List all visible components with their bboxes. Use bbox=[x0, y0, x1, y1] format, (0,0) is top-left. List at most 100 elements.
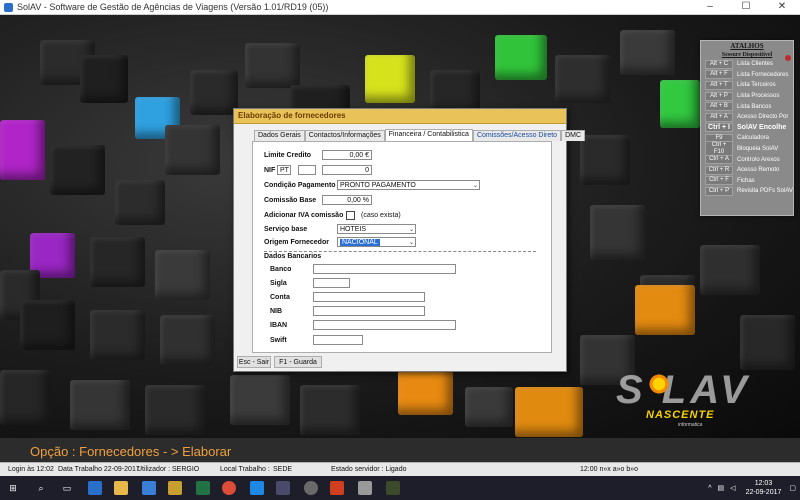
close-button[interactable]: ✕ bbox=[764, 0, 800, 14]
background-cube bbox=[365, 55, 415, 103]
background-cube bbox=[80, 55, 128, 103]
shortcut-label: Acesso Remoto bbox=[737, 167, 780, 174]
iva-checkbox[interactable] bbox=[346, 211, 355, 220]
supplier-dialog: Elaboração de fornecedores Dados Gerais … bbox=[233, 108, 586, 372]
limite-credito-label: Limite Credito bbox=[264, 152, 312, 159]
app-icon[interactable] bbox=[88, 481, 102, 495]
shortcut-row[interactable]: Ctrl + A Controlo Arexos bbox=[701, 154, 793, 165]
sigla-field[interactable] bbox=[313, 278, 350, 288]
shortcut-label: Controlo Arexos bbox=[737, 156, 780, 163]
background-cube bbox=[155, 250, 210, 300]
nib-field[interactable] bbox=[313, 306, 425, 316]
financeira-panel: Limite Credito 0,00 € NIF PT 0 Condição … bbox=[252, 141, 552, 353]
shortcut-row[interactable]: Alt + B Lista Bancos bbox=[701, 101, 793, 112]
sigla-label: Sigla bbox=[270, 280, 287, 287]
solav-logo: S LAV NASCENTE informatica bbox=[608, 368, 778, 438]
servico-label: Serviço base bbox=[264, 226, 308, 233]
files-icon[interactable] bbox=[168, 481, 182, 495]
shortcut-key: Alt + B bbox=[705, 102, 733, 112]
chevron-down-icon: ⌄ bbox=[472, 183, 478, 189]
clock[interactable]: 12:03 22-09-2017 bbox=[746, 479, 782, 497]
shortcut-label: Lista Bancos bbox=[737, 103, 772, 110]
shortcut-row[interactable]: Alt + A Acesso Directo Por bbox=[701, 112, 793, 123]
tab-comissoes[interactable]: Comissões/Acesso Direto bbox=[472, 130, 562, 141]
network-icon[interactable]: ▤ bbox=[718, 484, 725, 492]
pin-icon[interactable] bbox=[785, 55, 791, 61]
window-title: SolAV - Software de Gestão de Agências d… bbox=[17, 2, 329, 12]
shortcut-row[interactable]: Ctrl + I SolAV Encolhe bbox=[701, 123, 793, 134]
shortcut-label: Fichas bbox=[737, 177, 755, 184]
chevron-down-icon: ⌄ bbox=[408, 227, 414, 233]
conta-field[interactable] bbox=[313, 292, 425, 302]
shortcut-row[interactable]: Ctrl + R Acesso Remoto bbox=[701, 165, 793, 176]
app-icon[interactable] bbox=[358, 481, 372, 495]
nif-prefix-field[interactable] bbox=[298, 165, 316, 175]
status-data-trabalho: Data Trabalho 22-09-2017 bbox=[58, 466, 140, 473]
chevron-up-icon[interactable]: ^ bbox=[708, 485, 711, 492]
shortcut-row[interactable]: Ctrl + F10 Bloqueia SolAV bbox=[701, 141, 793, 158]
chrome-icon[interactable] bbox=[222, 481, 236, 495]
app-icon[interactable] bbox=[330, 481, 344, 495]
tab-dados-gerais[interactable]: Dados Gerais bbox=[254, 130, 305, 141]
shortcut-row[interactable]: Alt + F Lista Fornecedores bbox=[701, 70, 793, 81]
shortcut-row[interactable]: Alt + C Lista Clientes bbox=[701, 59, 793, 70]
volume-icon[interactable]: ◁ bbox=[730, 484, 735, 492]
background-cube bbox=[160, 315, 215, 365]
folder-icon[interactable] bbox=[114, 481, 128, 495]
shortcut-row[interactable]: Alt + P Lista Processos bbox=[701, 91, 793, 102]
nif-label: NIF bbox=[264, 167, 276, 174]
windows-start-icon[interactable]: ⊞ bbox=[6, 481, 20, 495]
notifications-icon[interactable]: ▢ bbox=[789, 484, 796, 492]
ie-icon[interactable] bbox=[250, 481, 264, 495]
iban-field[interactable] bbox=[313, 320, 456, 330]
outlook-icon[interactable] bbox=[142, 481, 156, 495]
option-breadcrumb: Opção : Fornecedores - > Elaborar bbox=[30, 444, 232, 459]
origem-select[interactable]: NACIONAL ⌄ bbox=[337, 237, 416, 247]
shortcut-row[interactable]: Ctrl + F Fichas bbox=[701, 176, 793, 187]
tab-financeira[interactable]: Financeira / Contabilistica bbox=[384, 129, 473, 141]
minimize-button[interactable]: – bbox=[692, 0, 728, 14]
background-cube bbox=[0, 120, 45, 180]
shortcut-label: Calculadora bbox=[737, 135, 770, 142]
nif-field[interactable]: 0 bbox=[322, 165, 372, 175]
shortcut-label: Bloqueia SolAV bbox=[737, 146, 779, 153]
comissao-field[interactable]: 0,00 % bbox=[322, 195, 372, 205]
swift-field[interactable] bbox=[313, 335, 363, 345]
maximize-button[interactable]: ☐ bbox=[728, 0, 764, 14]
shortcuts-subheader: Sessure Dispositivel bbox=[721, 52, 773, 58]
save-button[interactable]: F1 - Guarda bbox=[274, 356, 322, 368]
condicao-select[interactable]: PRONTO PAGAMENTO ⌄ bbox=[337, 180, 480, 190]
nif-country-field[interactable]: PT bbox=[277, 165, 291, 175]
shortcut-key: Ctrl + I bbox=[705, 123, 733, 133]
status-local: Local Trabalho : bbox=[220, 466, 270, 473]
tab-contactos[interactable]: Contactos/Informações bbox=[304, 130, 385, 141]
background-cube bbox=[590, 205, 645, 260]
servico-select[interactable]: HOTEIS ⌄ bbox=[337, 224, 416, 234]
excel-icon[interactable] bbox=[196, 481, 210, 495]
solav-taskbar-icon[interactable] bbox=[386, 481, 400, 495]
background-cube bbox=[165, 125, 220, 175]
shortcuts-header: ATALHOS bbox=[730, 42, 764, 50]
banco-field[interactable] bbox=[313, 264, 456, 274]
background-cube bbox=[245, 43, 300, 88]
background-cube bbox=[700, 245, 760, 295]
shortcut-row[interactable]: Alt + T Lista Terceiros bbox=[701, 80, 793, 91]
shortcut-label: Revisita PDFs SolAV bbox=[737, 188, 793, 195]
background-cube bbox=[190, 70, 238, 115]
task-view-icon[interactable]: ▭ bbox=[60, 481, 74, 495]
iban-label: IBAN bbox=[270, 322, 288, 329]
sun-icon bbox=[648, 373, 670, 395]
app-icon[interactable] bbox=[304, 481, 318, 495]
exit-button[interactable]: Esc - Sair bbox=[237, 356, 271, 368]
tab-dmc[interactable]: DMC bbox=[561, 130, 586, 141]
shortcut-row[interactable]: Ctrl + P Revisita PDFs SolAV bbox=[701, 186, 793, 197]
shortcuts-list: Alt + C Lista Clientes Alt + F Lista Fornec… bbox=[701, 59, 793, 197]
background-cube bbox=[115, 180, 165, 225]
limite-credito-field[interactable]: 0,00 € bbox=[322, 150, 372, 160]
background-cube bbox=[50, 145, 105, 195]
background-cube bbox=[660, 80, 700, 128]
background-cube bbox=[465, 387, 513, 427]
status-login: Login às 12:02 bbox=[8, 466, 54, 473]
app-icon[interactable] bbox=[276, 481, 290, 495]
search-icon[interactable]: ⌕ bbox=[34, 481, 48, 495]
